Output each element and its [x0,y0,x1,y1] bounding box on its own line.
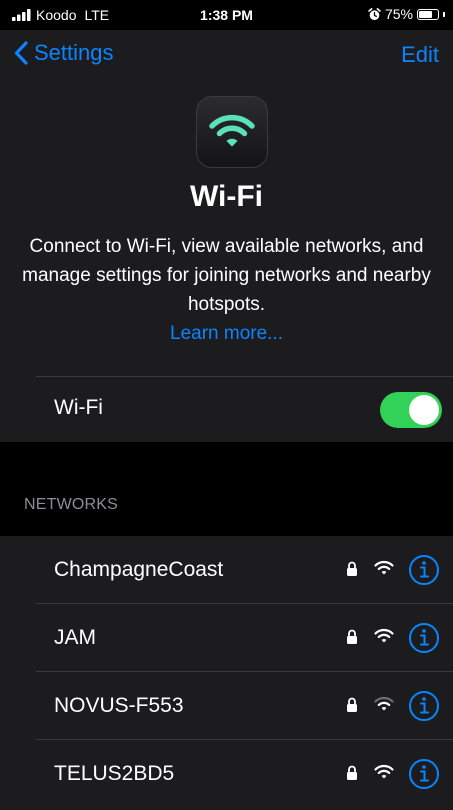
lock-icon [347,629,357,644]
wifi-signal-icon [374,696,394,711]
wifi-description: Connect to Wi-Fi, view available network… [20,232,433,348]
info-icon[interactable] [408,690,440,722]
wifi-signal-icon [374,764,394,779]
network-name: ChampagneCoast [54,558,224,581]
learn-more-link[interactable]: Learn more... [170,323,283,344]
alarm-icon [368,7,381,20]
battery-icon [417,8,439,20]
networks-section-header: NETWORKS [24,496,119,513]
wifi-toggle-switch[interactable] [380,392,442,428]
network-name: NOVUS-F553 [54,694,184,717]
status-right: 75% [368,6,445,22]
lock-icon [347,697,357,712]
wifi-toggle-label: Wi-Fi [54,396,103,419]
battery-percent: 75% [384,6,413,22]
network-row[interactable]: ChampagneCoast [0,536,453,604]
toggle-knob [409,395,439,425]
battery-tip [443,11,445,17]
navigation-bar: Settings Edit [0,30,453,82]
wifi-signal-icon [374,628,394,643]
wifi-signal-icon [374,560,394,575]
lock-icon [347,765,357,780]
network-row[interactable]: JAM [0,604,453,672]
wifi-app-icon [196,96,268,168]
page-title: Wi-Fi [189,180,264,213]
status-bar: Koodo LTE 1:38 PM 75% [0,0,453,30]
networks-list: ChampagneCoast JAM NOVUS-F553 TELUS2BD5 [0,536,453,810]
network-row[interactable]: NOVUS-F553 [0,672,453,740]
info-icon[interactable] [408,554,440,586]
network-name: TELUS2BD5 [54,762,175,785]
description-text: Connect to Wi-Fi, view available network… [22,236,431,315]
wifi-header-card: Wi-Fi Connect to Wi-Fi, view available n… [0,82,453,442]
info-icon[interactable] [408,622,440,654]
back-button[interactable]: Settings [14,40,114,66]
chevron-left-icon [14,41,28,65]
wifi-toggle-row: Wi-Fi [0,377,453,442]
edit-button[interactable]: Edit [401,42,439,68]
network-name: JAM [54,626,96,649]
network-row[interactable]: TELUS2BD5 [0,740,453,808]
wifi-settings-screen: Koodo LTE 1:38 PM 75% Settings Edit Wi-F… [0,0,453,810]
lock-icon [347,561,357,576]
wifi-icon [209,114,255,147]
back-button-label: Settings [34,40,114,65]
info-icon[interactable] [408,758,440,790]
